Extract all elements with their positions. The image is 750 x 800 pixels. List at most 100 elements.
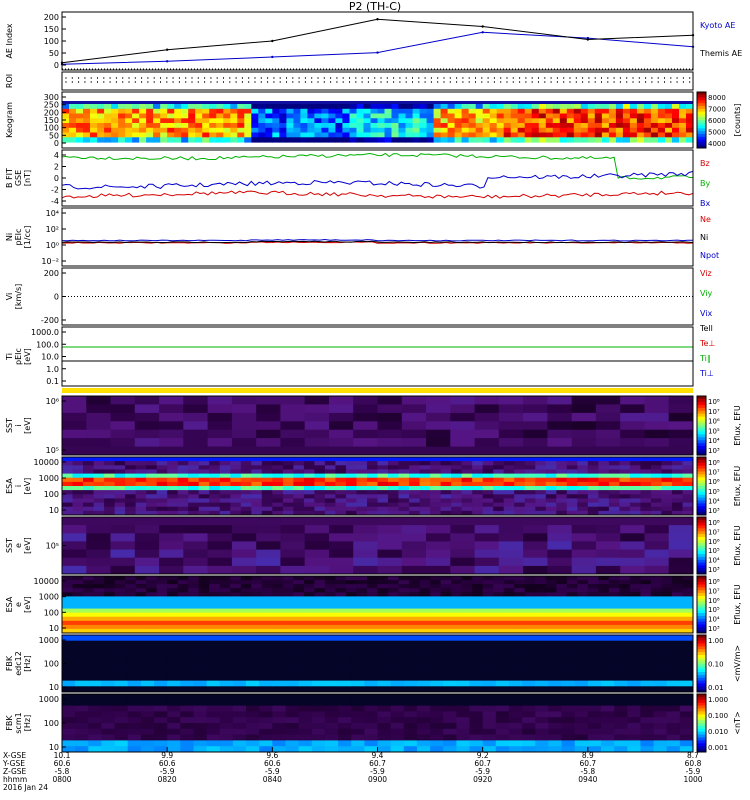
panel-ytick-density: 10⁰ bbox=[46, 241, 59, 250]
panel-ytick-temp: 0.1 bbox=[46, 377, 59, 386]
keogram-cell bbox=[672, 113, 680, 119]
spectrogram-cell bbox=[661, 498, 673, 503]
spectrogram-cell bbox=[571, 557, 597, 567]
spectrogram-cell bbox=[280, 438, 306, 447]
keogram-cell bbox=[503, 108, 512, 115]
spectrogram-cell bbox=[430, 635, 444, 642]
keogram-cell bbox=[251, 127, 259, 134]
spectrogram-cell bbox=[377, 469, 389, 474]
spectrogram-cell bbox=[640, 506, 652, 512]
spectrogram-cell bbox=[566, 473, 578, 479]
spectrogram-cell bbox=[403, 640, 418, 647]
spectrogram-cell bbox=[324, 481, 336, 487]
keogram-cell bbox=[188, 104, 196, 110]
spectrogram-cell bbox=[419, 588, 431, 593]
spectrogram-cell bbox=[367, 620, 378, 626]
spectrogram-cell bbox=[388, 481, 399, 487]
spectrogram-cell bbox=[156, 457, 168, 462]
colorbar-segment bbox=[697, 480, 706, 484]
spectrogram-cell bbox=[230, 457, 242, 462]
spectrogram-cell bbox=[419, 502, 431, 508]
keogram-cell bbox=[321, 127, 329, 134]
keogram-cell bbox=[405, 118, 414, 124]
keogram-cell bbox=[384, 113, 393, 119]
spectrogram-cell bbox=[440, 624, 452, 630]
keogram-cell bbox=[552, 123, 561, 129]
spectrogram-cell bbox=[548, 646, 562, 653]
spectrogram-cell bbox=[377, 465, 389, 470]
keogram-cell bbox=[622, 123, 631, 129]
spectrogram-cell bbox=[514, 502, 526, 508]
spectrogram-cell bbox=[335, 481, 347, 487]
spectrogram-cell bbox=[146, 465, 158, 470]
spectrogram-cell bbox=[377, 429, 403, 439]
spectrogram-cell bbox=[524, 620, 536, 626]
spectrogram-cell bbox=[561, 646, 576, 653]
spectrogram-cell bbox=[311, 646, 326, 653]
colorbar-segment bbox=[697, 708, 706, 712]
spectrogram-cell bbox=[114, 734, 129, 741]
spectrogram-cell bbox=[566, 616, 578, 622]
keogram-cell bbox=[573, 104, 582, 110]
spectrogram-cell bbox=[377, 669, 392, 676]
spectrogram-cell bbox=[661, 486, 673, 491]
keogram-cell bbox=[475, 127, 484, 134]
spectrogram-cell bbox=[240, 506, 252, 512]
colorbar-tick-label: 1.000 bbox=[708, 696, 728, 704]
keogram-cell bbox=[496, 132, 505, 138]
spectrogram-cell bbox=[114, 481, 126, 487]
spectrogram-cell bbox=[561, 705, 576, 712]
keogram-cell bbox=[174, 132, 182, 138]
keogram-cell bbox=[139, 132, 147, 138]
keogram-cell bbox=[104, 137, 112, 143]
spectrogram-cell bbox=[114, 616, 126, 622]
spectrogram-cell bbox=[587, 620, 599, 626]
keogram-cell bbox=[83, 108, 91, 115]
spectrogram-cell bbox=[207, 396, 233, 405]
spectrogram-cell bbox=[398, 588, 410, 593]
spectrogram-cell bbox=[426, 438, 451, 447]
spectrogram-cell bbox=[324, 723, 339, 730]
spectrogram-cell bbox=[324, 717, 339, 724]
spectrogram-cell bbox=[251, 481, 263, 487]
spectrogram-cell bbox=[314, 477, 326, 483]
spectrogram-cell bbox=[401, 404, 427, 414]
keogram-cell bbox=[489, 132, 498, 138]
spectrogram-cell bbox=[440, 608, 452, 614]
keogram-cell bbox=[391, 108, 400, 115]
spectrogram-cell bbox=[114, 694, 129, 701]
spectrogram-cell bbox=[548, 740, 562, 747]
spectrogram-cell bbox=[156, 612, 168, 618]
spectrogram-cell bbox=[146, 486, 158, 491]
spectrogram-cell bbox=[193, 646, 208, 653]
panel-ylabel-sst_i: SST bbox=[5, 418, 14, 433]
colorbar-tick-label: 10⁴ bbox=[708, 557, 720, 565]
spectrogram-cell bbox=[261, 576, 273, 581]
keogram-cell bbox=[622, 127, 631, 134]
spectrogram-cell bbox=[640, 657, 654, 664]
spectrogram-cell bbox=[524, 600, 536, 605]
spectrogram-cell bbox=[240, 457, 252, 462]
spectrogram-cell bbox=[398, 604, 410, 610]
spectrogram-cell bbox=[430, 494, 442, 499]
spectrogram-cell bbox=[440, 506, 452, 512]
spectrogram-cell bbox=[338, 635, 352, 642]
spectrogram-cell bbox=[304, 533, 330, 542]
spectrogram-cell bbox=[522, 728, 536, 736]
spectrogram-cell bbox=[456, 705, 470, 712]
keogram-cell bbox=[118, 127, 126, 134]
spectrogram-cell bbox=[219, 486, 231, 491]
spectrogram-cell bbox=[206, 640, 221, 647]
spectrogram-cell bbox=[356, 490, 368, 495]
keogram-cell bbox=[405, 123, 414, 129]
spectrogram-cell bbox=[62, 549, 87, 559]
spectrogram-cell bbox=[206, 705, 221, 712]
spectrogram-cell bbox=[367, 612, 378, 618]
spectrogram-cell bbox=[104, 457, 116, 462]
spectrogram-cell bbox=[474, 541, 500, 550]
keogram-cell bbox=[665, 108, 673, 115]
spectrogram-cell bbox=[134, 557, 160, 567]
keogram-cell bbox=[244, 123, 252, 129]
keogram-cell bbox=[679, 137, 687, 143]
spectrogram-cell bbox=[545, 580, 557, 585]
